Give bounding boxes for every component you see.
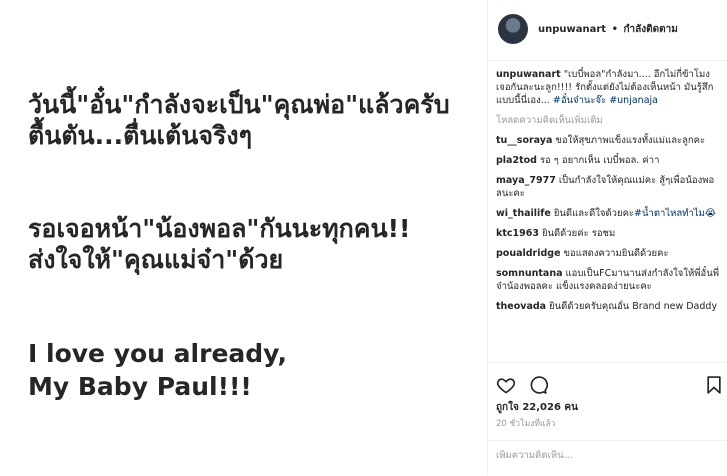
list-item: theovada ยินดีด้วยครับคุณอั๋น Brand new D… (496, 300, 722, 313)
image-text-english: I love you already, My Baby Paul!!! (28, 339, 288, 401)
header-username-link[interactable]: unpuwanart (538, 24, 606, 35)
comment-username[interactable]: tu__soraya (496, 135, 552, 146)
comment-text: ยินดีด้วยครับคุณอั๋น Brand new Daddy (549, 301, 718, 312)
following-button[interactable]: กำลังติดตาม (623, 24, 677, 35)
comment-username[interactable]: pla2tod (496, 155, 537, 166)
list-item: poualdridge ขอแสดงความยินดีด้วยคะ (496, 247, 722, 260)
list-item: maya_7977 เป็นกำลังใจให้คุณแม่คะ สู้ๆเพื่… (496, 174, 722, 200)
list-item: pla2tod รอ ๆ อยากเห็น เบบี๋พอล. ค่าา (496, 154, 722, 167)
caption-username[interactable]: unpuwanart (496, 69, 561, 80)
comment-hashtag[interactable]: #น้ำตาไหลทำไม😭 (634, 208, 716, 219)
caption: unpuwanart "เบบี๋พอล"กำลังมา.... อีกไม่กี… (496, 68, 722, 107)
add-comment-bar (488, 440, 727, 476)
comment-text: ยินดีและดีใจด้วยคะ (553, 208, 635, 219)
avatar[interactable] (498, 14, 528, 44)
bookmark-icon[interactable] (704, 375, 724, 395)
post-timestamp[interactable]: 20 ชั่วโมงที่แล้ว (496, 418, 555, 431)
header-separator: • (611, 24, 618, 35)
load-more-comments-link[interactable]: โหลดความคิดเห็นเพิ่มเติม (496, 114, 722, 127)
list-item: tu__soraya ขอให้สุขภาพแข็งแรงทั้งแม่และลู… (496, 134, 722, 147)
comment-username[interactable]: poualdridge (496, 248, 561, 259)
comment-text: ยินดีด้วยค่ะ รอชม (541, 228, 616, 239)
post-sidebar: unpuwanart • กำลังติดตาม unpuwanart "เบบี… (487, 0, 727, 475)
comment-username[interactable]: wi_thailife (496, 208, 551, 219)
add-comment-input[interactable] (496, 450, 716, 461)
comment-text: รอ ๆ อยากเห็น เบบี๋พอล. ค่าา (539, 155, 660, 166)
comment-text: ขอให้สุขภาพแข็งแรงทั้งแม่และลูกคะ (555, 135, 706, 146)
comment-username[interactable]: maya_7977 (496, 175, 556, 186)
comment-text: ขอแสดงความยินดีด้วยคะ (563, 248, 669, 259)
heart-icon[interactable] (496, 375, 516, 395)
comments-list: unpuwanart "เบบี๋พอล"กำลังมา.... อีกไม่กี… (496, 68, 722, 320)
post-image-text: วันนี้"อั๋น"กำลังจะเป็น"คุณพ่อ"แล้วครับ … (28, 58, 450, 465)
post-header: unpuwanart • กำลังติดตาม (488, 0, 727, 61)
image-text-thai-1: วันนี้"อั๋น"กำลังจะเป็น"คุณพ่อ"แล้วครับ … (28, 90, 450, 150)
header-user: unpuwanart • กำลังติดตาม (538, 23, 678, 36)
caption-hashtags[interactable]: #อั๋นจ๋านะจ๊ะ #unjanaja (553, 95, 658, 106)
image-text-thai-2: รอเจอหน้า"น้องพอล"กันนะทุกคน!! ส่งใจให้"… (28, 214, 411, 274)
likes-count[interactable]: ถูกใจ 22,026 คน (496, 401, 578, 414)
comment-username[interactable]: theovada (496, 301, 546, 312)
list-item: ktc1963 ยินดีด้วยค่ะ รอชม (496, 227, 722, 240)
list-item: somnuntana แอบเป็นFCมานานส่งกำลังใจให้พี่… (496, 267, 722, 293)
list-item: wi_thailife ยินดีและดีใจด้วยคะ#น้ำตาไหลทำ… (496, 207, 722, 220)
comment-username[interactable]: somnuntana (496, 268, 563, 279)
comment-icon[interactable] (528, 375, 548, 395)
comment-username[interactable]: ktc1963 (496, 228, 539, 239)
post-actions: ถูกใจ 22,026 คน 20 ชั่วโมงที่แล้ว (488, 362, 727, 429)
post-image: วันนี้"อั๋น"กำลังจะเป็น"คุณพ่อ"แล้วครับ … (0, 0, 487, 475)
